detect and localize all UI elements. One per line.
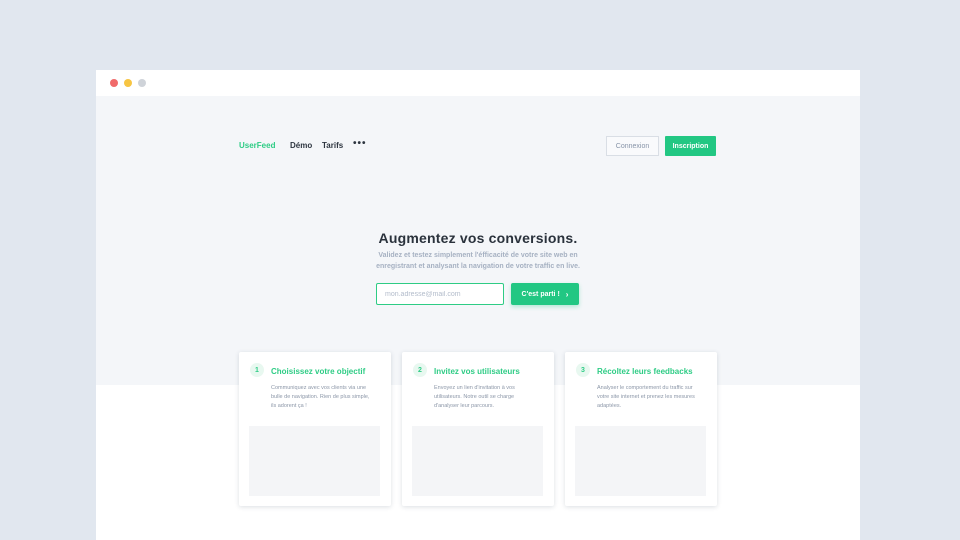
step-number: 3 [576, 363, 590, 377]
step-card-2: 2 Invitez vos utilisateurs Envoyez un li… [402, 352, 554, 506]
step-title: Invitez vos utilisateurs [434, 367, 520, 376]
chevron-right-icon: › [565, 289, 569, 299]
nav-link-demo[interactable]: Démo [290, 141, 312, 150]
step-card-1: 1 Choisissez votre objectif Communiquez … [239, 352, 391, 506]
step-image-placeholder [575, 426, 706, 496]
step-number: 1 [250, 363, 264, 377]
brand-logo[interactable]: UserFeed [239, 141, 275, 150]
step-title: Choisissez votre objectif [271, 367, 366, 376]
step-description: Communiquez avec vos clients via une bul… [271, 385, 370, 409]
step-number: 2 [413, 363, 427, 377]
hero-headline: Augmentez vos conversions. [378, 230, 578, 246]
step-image-placeholder [412, 426, 543, 496]
email-input[interactable] [376, 283, 504, 305]
minimize-window-button[interactable] [124, 79, 132, 87]
login-button[interactable]: Connexion [606, 136, 659, 156]
start-button-label: C'est parti ! [521, 290, 560, 298]
hero-subline: Validez et testez simplement l'éfficacit… [376, 252, 580, 270]
close-window-button[interactable] [110, 79, 118, 87]
window-titlebar [96, 70, 860, 96]
start-button[interactable]: C'est parti ! › [511, 283, 579, 305]
step-card-3: 3 Récoltez leurs feedbacks Analyser le c… [565, 352, 717, 506]
browser-window: UserFeed Démo Tarifs ••• Connexion Inscr… [96, 70, 860, 540]
maximize-window-button[interactable] [138, 79, 146, 87]
step-title: Récoltez leurs feedbacks [597, 367, 693, 376]
nav-link-tarifs[interactable]: Tarifs [322, 141, 343, 150]
signup-button[interactable]: Inscription [665, 136, 716, 156]
step-image-placeholder [249, 426, 380, 496]
step-description: Envoyez un lien d'invitation à vos utili… [434, 385, 515, 409]
top-nav: UserFeed Démo Tarifs ••• Connexion Inscr… [96, 136, 860, 156]
step-description: Analyser le comportement du traffic sur … [597, 385, 695, 409]
hero-section: UserFeed Démo Tarifs ••• Connexion Inscr… [96, 96, 860, 385]
more-menu-icon[interactable]: ••• [353, 138, 367, 149]
